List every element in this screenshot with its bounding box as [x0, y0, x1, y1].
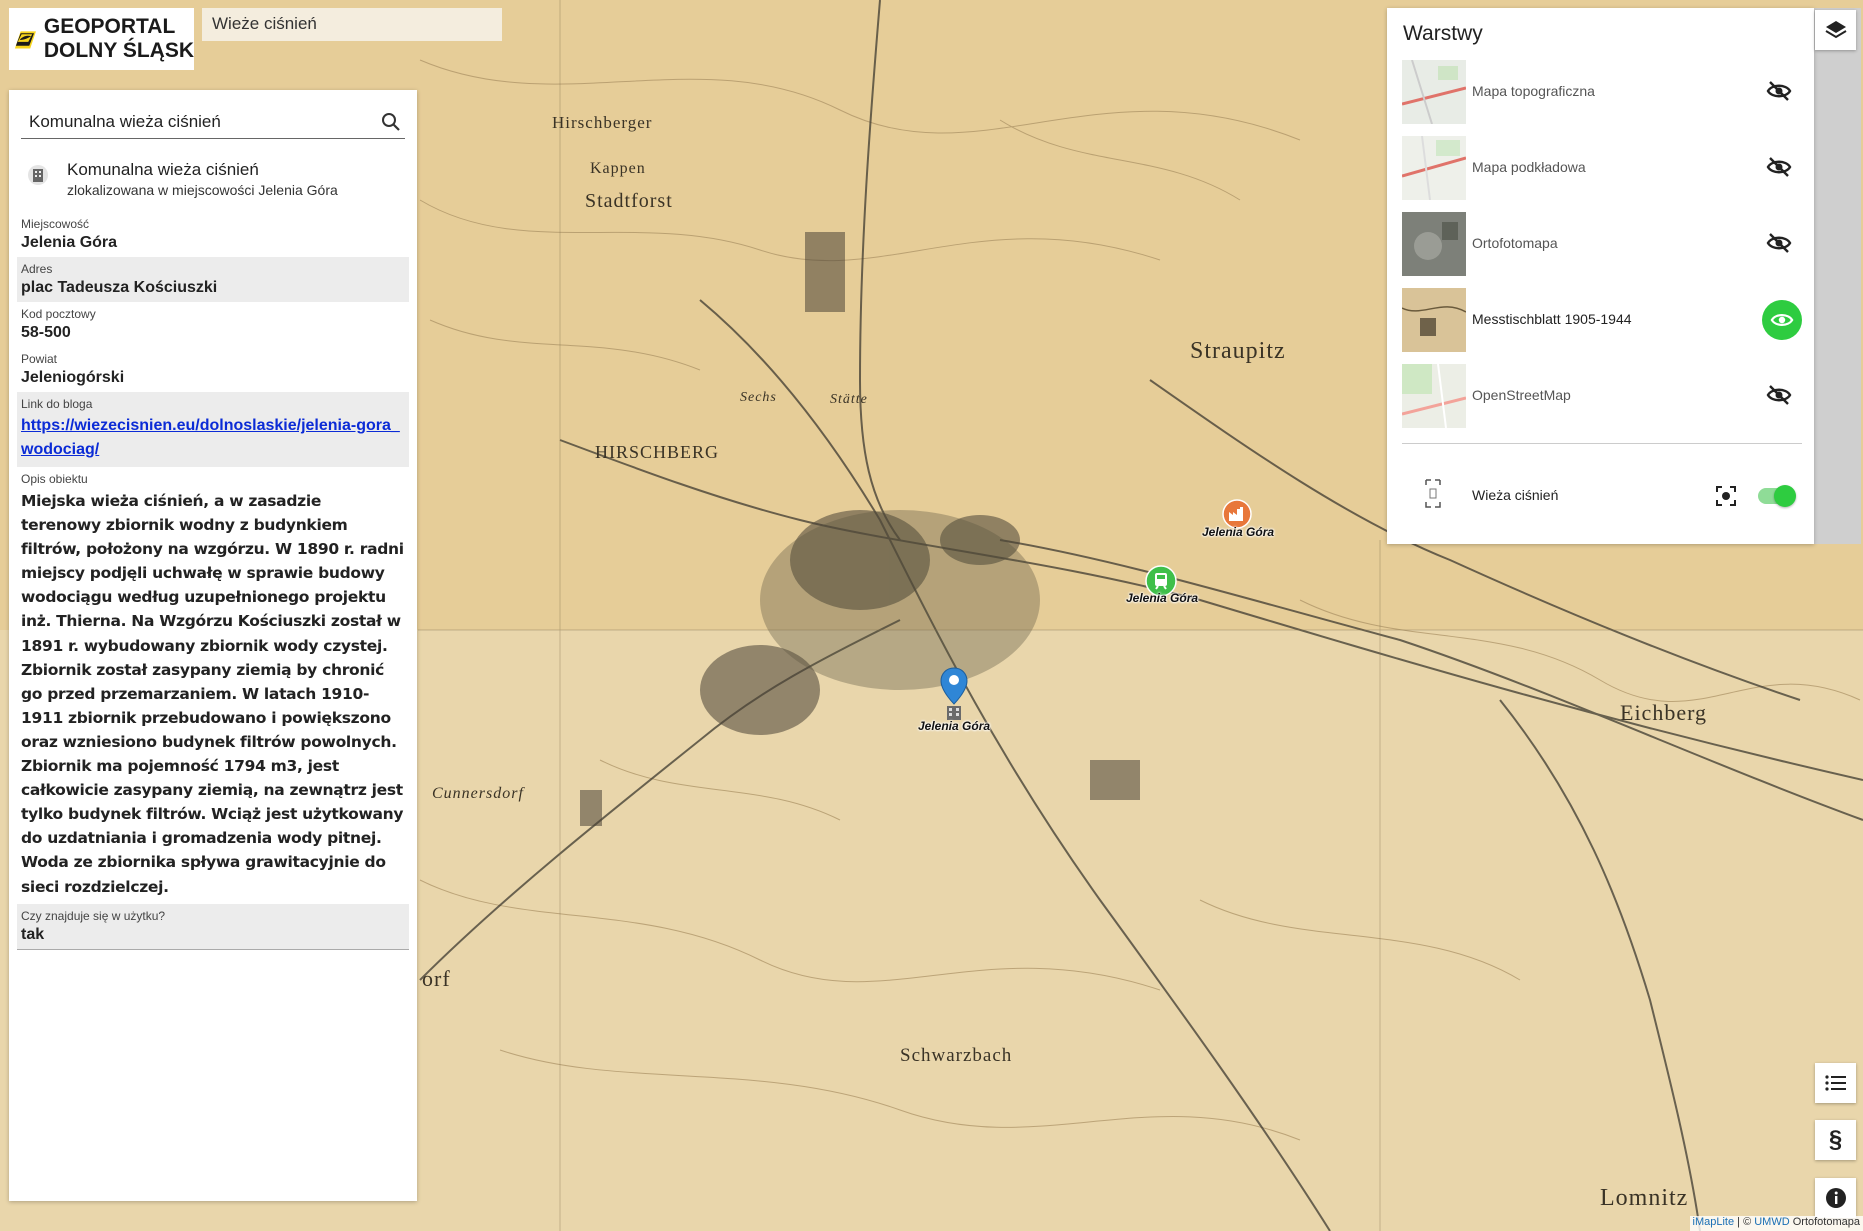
field-label: Czy znajduje się w użytku? — [21, 908, 166, 923]
layers-panel: Warstwy Mapa topograficzna Mapa podkłado… — [1387, 8, 1814, 544]
legal-button[interactable]: § — [1815, 1120, 1856, 1160]
layer-row-osm[interactable]: OpenStreetMap — [1402, 364, 1802, 428]
layer-thumbnail — [1402, 136, 1466, 200]
focus-target-icon[interactable] — [1716, 486, 1736, 511]
attribution-separator: | © — [1734, 1216, 1755, 1228]
field-label: Opis obiektu — [21, 472, 88, 486]
marker-label: Jelenia Góra — [1202, 525, 1275, 539]
blog-link[interactable]: https://wiezecisnien.eu/dolnoslaskie/jel… — [21, 417, 400, 458]
map-label: orf — [422, 966, 451, 991]
search-icon[interactable] — [381, 112, 401, 137]
map-label: Stadtforst — [585, 190, 673, 212]
map-label: Straupitz — [1190, 338, 1286, 364]
object-info-panel: Komunalna wieża ciśnień zlokalizowana w … — [9, 90, 417, 1201]
layer-thumbnail — [1402, 60, 1466, 124]
field-label: Link do bloga — [21, 397, 93, 411]
result-header: Komunalna wieża ciśnień zlokalizowana w … — [19, 158, 409, 198]
attribution-link-imaplite[interactable]: iMapLite — [1693, 1216, 1735, 1228]
geoportal-logo-icon — [14, 31, 36, 49]
building-icon — [28, 165, 48, 185]
marker-label: Jelenia Góra — [918, 719, 991, 733]
divider — [17, 949, 409, 950]
field-value: Miejska wieża ciśnień, a w zasadzie tere… — [21, 492, 404, 896]
map-label: Stätte — [830, 392, 868, 407]
field-powiat: Powiat Jeleniogórski — [17, 347, 409, 392]
layer-name: Ortofotomapa — [1472, 235, 1558, 251]
eye-off-icon[interactable] — [1766, 154, 1792, 185]
logo-line1: GEOPORTAL — [43, 15, 176, 38]
layer-row-base[interactable]: Mapa podkładowa — [1402, 136, 1802, 200]
layer-row-messtischblatt[interactable]: Messtischblatt 1905-1944 — [1402, 288, 1802, 352]
info-icon — [1825, 1188, 1846, 1208]
map-label: Eichberg — [1620, 700, 1708, 725]
overlay-name: Wieża ciśnień — [1472, 487, 1559, 503]
eye-off-icon[interactable] — [1766, 382, 1792, 413]
map-label: Cunnersdorf — [432, 785, 524, 802]
map-label: Hirschberger — [552, 113, 653, 132]
field-value: Jelenia Góra — [21, 234, 118, 251]
attribution-text: Ortofotomapa — [1789, 1216, 1860, 1228]
layer-name: Mapa topograficzna — [1472, 83, 1595, 99]
field-value: plac Tadeusza Kościuszki — [21, 279, 218, 296]
overlay-toggle[interactable] — [1758, 485, 1796, 507]
field-link-do-bloga: Link do bloga https://wiezecisnien.eu/do… — [17, 392, 409, 467]
object-search-input[interactable] — [21, 108, 369, 132]
field-w-uzytku: Czy znajduje się w użytku? tak — [17, 903, 409, 949]
map-label: Schwarzbach — [900, 1045, 1013, 1066]
map-label: Lomnitz — [1600, 1185, 1689, 1211]
field-miejscowosc: Miejscowość Jelenia Góra — [17, 212, 409, 257]
attribution-link-umwd[interactable]: UMWD — [1754, 1216, 1789, 1228]
divider — [1402, 443, 1802, 444]
layers-panel-scrollbar[interactable] — [1814, 8, 1861, 544]
location-pin-icon — [940, 667, 968, 720]
field-label: Adres — [21, 262, 53, 276]
field-kod-pocztowy: Kod pocztowy 58-500 — [17, 302, 409, 347]
layers-icon — [1824, 21, 1847, 39]
water-tower-icon — [1422, 476, 1444, 517]
list-icon — [1824, 1075, 1846, 1091]
info-button[interactable] — [1815, 1178, 1856, 1218]
layer-thumbnail — [1402, 288, 1466, 352]
layer-thumbnail — [1402, 212, 1466, 276]
layer-name: Mapa podkładowa — [1472, 159, 1586, 175]
app-logo[interactable]: GEOPORTAL DOLNY ŚLĄSK — [9, 8, 194, 70]
result-subtitle: zlokalizowana w miejscowości Jelenia Gór… — [67, 182, 338, 198]
map-label: Sechs — [740, 390, 777, 405]
result-title: Komunalna wieża ciśnień — [67, 160, 259, 179]
layer-name: Messtischblatt 1905-1944 — [1472, 311, 1632, 327]
object-search-box — [21, 108, 405, 139]
eye-off-icon[interactable] — [1766, 78, 1792, 109]
layers-toggle-button[interactable] — [1815, 10, 1856, 50]
legend-button[interactable] — [1815, 1063, 1856, 1103]
field-value: tak — [21, 925, 45, 943]
layers-title: Warstwy — [1403, 22, 1483, 45]
map-label: Kappen — [590, 160, 646, 177]
map-attribution: iMapLite | © UMWD Ortofotomapa — [1689, 1216, 1863, 1231]
layer-search-input[interactable]: Wieże ciśnień — [202, 8, 502, 41]
layer-row-ortho[interactable]: Ortofotomapa — [1402, 212, 1802, 276]
field-opis-obiektu: Opis obiektu Miejska wieża ciśnień, a w … — [17, 467, 409, 904]
field-value: 58-500 — [21, 324, 71, 341]
attribute-list: Miejscowość Jelenia Góra Adres plac Tade… — [17, 212, 409, 949]
eye-off-icon[interactable] — [1766, 230, 1792, 261]
marker-label: Jelenia Góra — [1126, 591, 1199, 605]
overlay-row-water-tower: Wieża ciśnień — [1402, 464, 1802, 528]
field-adres: Adres plac Tadeusza Kościuszki — [17, 257, 409, 302]
field-label: Powiat — [21, 352, 58, 366]
eye-icon[interactable] — [1762, 300, 1802, 340]
section-sign-icon: § — [1828, 1126, 1843, 1153]
layer-thumbnail — [1402, 364, 1466, 428]
map-label: HIRSCHBERG — [595, 442, 720, 462]
layer-name: OpenStreetMap — [1472, 387, 1571, 403]
field-label: Miejscowość — [21, 217, 90, 231]
map-marker-selected[interactable] — [938, 666, 970, 722]
field-value: Jeleniogórski — [21, 369, 125, 386]
logo-line2: DOLNY ŚLĄSK — [43, 39, 194, 62]
field-label: Kod pocztowy — [21, 307, 96, 321]
layer-row-topographic[interactable]: Mapa topograficzna — [1402, 60, 1802, 124]
